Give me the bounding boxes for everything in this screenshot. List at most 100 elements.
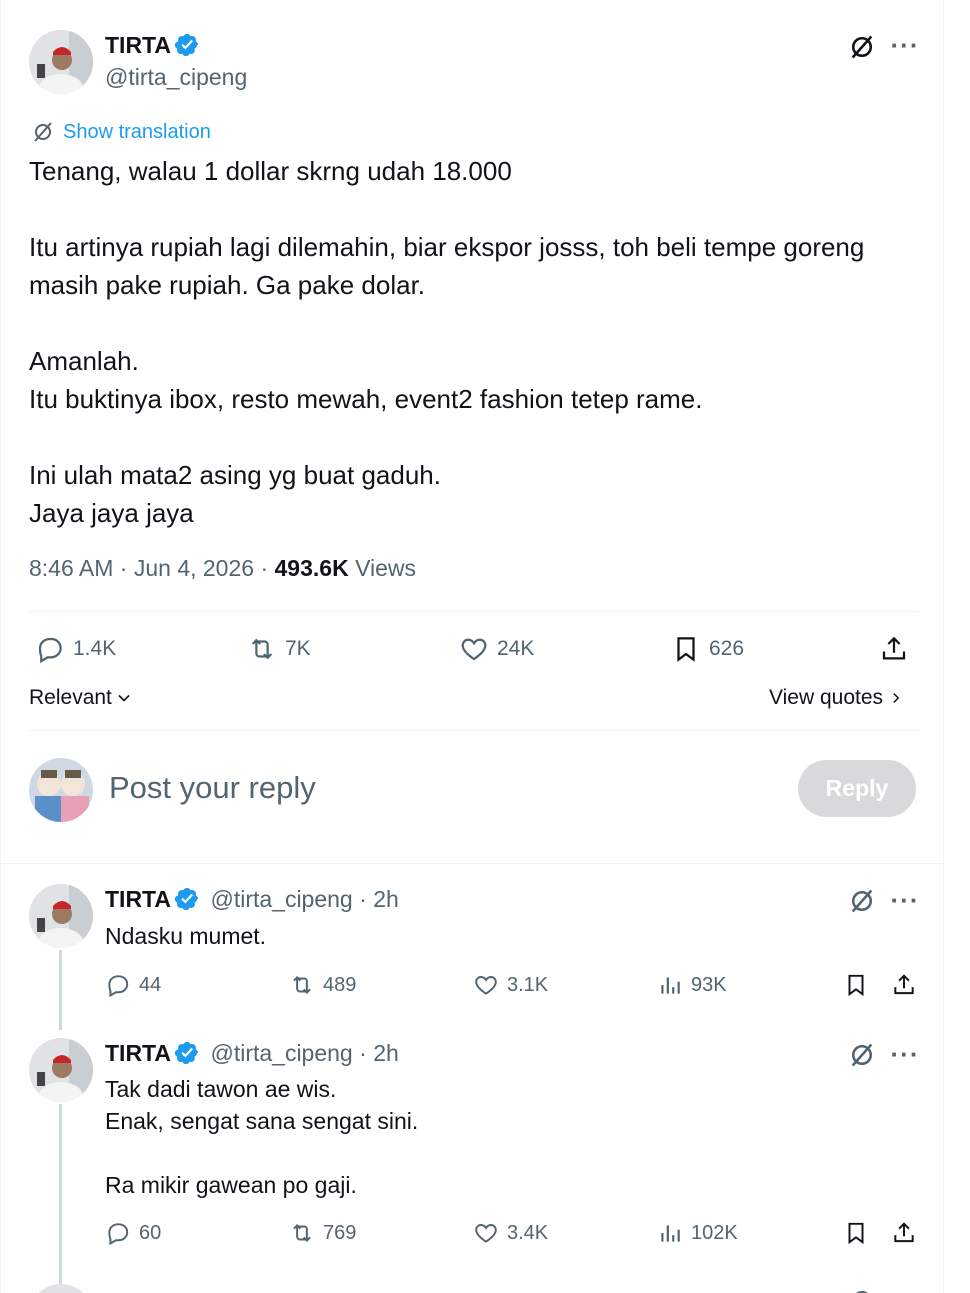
reply-count: 60: [139, 1221, 162, 1244]
like-action[interactable]: 24K: [459, 634, 534, 664]
tweet-line: [29, 418, 864, 456]
bookmark-icon: [677, 637, 695, 662]
reply-time[interactable]: 2h: [373, 886, 399, 912]
author-avatar[interactable]: [29, 30, 93, 94]
divider: [1, 863, 945, 864]
analytics-icon: [661, 977, 680, 994]
author-name[interactable]: TIRTA: [105, 32, 171, 58]
grok-icon[interactable]: [845, 884, 879, 918]
repost-action[interactable]: 769: [289, 1220, 356, 1246]
reply-header: TIRTA @tirta_cipeng · 2h: [105, 886, 399, 912]
divider: [29, 611, 919, 612]
tweet-line: Amanlah.: [29, 346, 139, 376]
reply-author-name[interactable]: TIRTA: [105, 886, 171, 912]
reply-count: 1.4K: [73, 637, 117, 660]
tweet-text: Tenang, walau 1 dollar skrng udah 18.000…: [29, 152, 864, 532]
bookmark-action[interactable]: [843, 1220, 869, 1246]
tweet-detail-panel: TIRTA @tirta_cipeng ··· Show translation…: [0, 0, 945, 1293]
thread-connector: [59, 950, 62, 1030]
analytics-icon: [661, 1225, 680, 1242]
bookmark-action[interactable]: [843, 972, 869, 998]
tweet-line: Itu artinya rupiah lagi dilemahin, biar …: [29, 232, 865, 262]
like-count: 3.4K: [507, 1221, 549, 1244]
share-icon: [882, 636, 906, 660]
views-action[interactable]: 93K: [657, 972, 727, 998]
more-options-icon[interactable]: ···: [885, 30, 925, 60]
tweet-line: Tenang, walau 1 dollar skrng udah 18.000: [29, 156, 512, 186]
like-action[interactable]: 3.4K: [473, 1220, 548, 1246]
like-action[interactable]: 3.1K: [473, 972, 548, 998]
comment-icon: [38, 637, 62, 664]
bookmark-icon: [848, 1222, 864, 1245]
chevron-right-icon: [893, 692, 900, 704]
show-translation-label: Show translation: [63, 120, 211, 143]
tweet-line: [29, 304, 864, 342]
repost-icon: [293, 1224, 311, 1242]
share-icon: [894, 1222, 914, 1243]
grok-icon[interactable]: [845, 1284, 879, 1293]
reply-avatar[interactable]: [29, 1038, 93, 1102]
reply-action[interactable]: 44: [105, 972, 161, 998]
reply-action[interactable]: 60: [105, 1220, 161, 1246]
bookmark-icon: [848, 974, 864, 997]
share-action[interactable]: [891, 1220, 917, 1246]
views-action[interactable]: 102K: [657, 1220, 738, 1246]
comment-icon: [108, 1223, 129, 1246]
sort-label: Relevant: [29, 686, 112, 709]
author-name-row: TIRTA: [105, 32, 200, 59]
grok-icon[interactable]: [845, 1038, 879, 1072]
reply-author-name[interactable]: TIRTA: [105, 1040, 171, 1066]
reply-button[interactable]: Reply: [798, 760, 916, 817]
tweet-date[interactable]: Jun 4, 2026: [134, 555, 254, 581]
tweet-line: [29, 190, 864, 228]
like-count: 24K: [497, 637, 535, 660]
reply-line: Ra mikir gawean po gaji.: [105, 1172, 357, 1198]
view-quotes-link[interactable]: View quotes: [769, 686, 905, 710]
verified-badge-icon: [174, 32, 200, 58]
views-label: Views: [355, 555, 417, 581]
divider: [29, 730, 919, 731]
reply-count: 44: [139, 973, 162, 996]
more-options-icon[interactable]: ···: [885, 885, 925, 915]
reply-header: TIRTA @tirta_cipeng · 2h: [105, 1040, 399, 1066]
comment-icon: [108, 975, 129, 998]
tweet-time[interactable]: 8:46 AM: [29, 555, 113, 581]
bookmark-count: 626: [709, 637, 745, 660]
repost-action[interactable]: 489: [289, 972, 356, 998]
repost-action[interactable]: 7K: [247, 634, 311, 664]
repost-icon: [251, 638, 273, 660]
reply-text: Ndasku mumet.: [105, 920, 266, 952]
reply-time[interactable]: 2h: [373, 1040, 399, 1066]
show-translation-link[interactable]: Show translation: [31, 120, 211, 144]
share-icon: [894, 974, 914, 995]
reply-text: Tak dadi tawon ae wis. Enak, sengat sana…: [105, 1073, 418, 1201]
reply-line: Ndasku mumet.: [105, 923, 267, 949]
heart-icon: [475, 1224, 497, 1243]
reply-avatar[interactable]: [29, 884, 93, 948]
view-quotes-label: View quotes: [769, 686, 884, 709]
views-count: 493.6K: [274, 555, 349, 581]
reply-input[interactable]: Post your reply: [109, 770, 316, 806]
reply-author-handle[interactable]: @tirta_cipeng: [210, 886, 352, 912]
translate-icon: [34, 122, 52, 142]
heart-icon: [461, 638, 487, 661]
verified-badge-icon: [174, 1040, 200, 1066]
sort-dropdown[interactable]: Relevant: [29, 686, 134, 710]
more-options-icon[interactable]: ···: [885, 1039, 925, 1069]
reply-avatar[interactable]: [29, 1284, 93, 1293]
share-action[interactable]: [891, 972, 917, 998]
views-count: 102K: [691, 1221, 738, 1244]
reply-action[interactable]: 1.4K: [35, 634, 116, 664]
tweet-meta: 8:46 AM · Jun 4, 2026 · 493.6K Views: [29, 555, 417, 581]
tweet-line: Jaya jaya jaya: [29, 498, 194, 528]
author-handle[interactable]: @tirta_cipeng: [105, 64, 247, 91]
verified-badge-icon: [174, 886, 200, 912]
reply-line: [105, 1137, 418, 1169]
like-count: 3.1K: [507, 973, 549, 996]
bookmark-action[interactable]: 626: [671, 634, 744, 664]
share-action[interactable]: [879, 634, 909, 664]
grok-icon[interactable]: [845, 30, 879, 64]
reply-author-handle[interactable]: @tirta_cipeng: [210, 1040, 352, 1066]
reply-line: Enak, sengat sana sengat sini.: [105, 1108, 419, 1134]
user-avatar[interactable]: [29, 758, 93, 822]
